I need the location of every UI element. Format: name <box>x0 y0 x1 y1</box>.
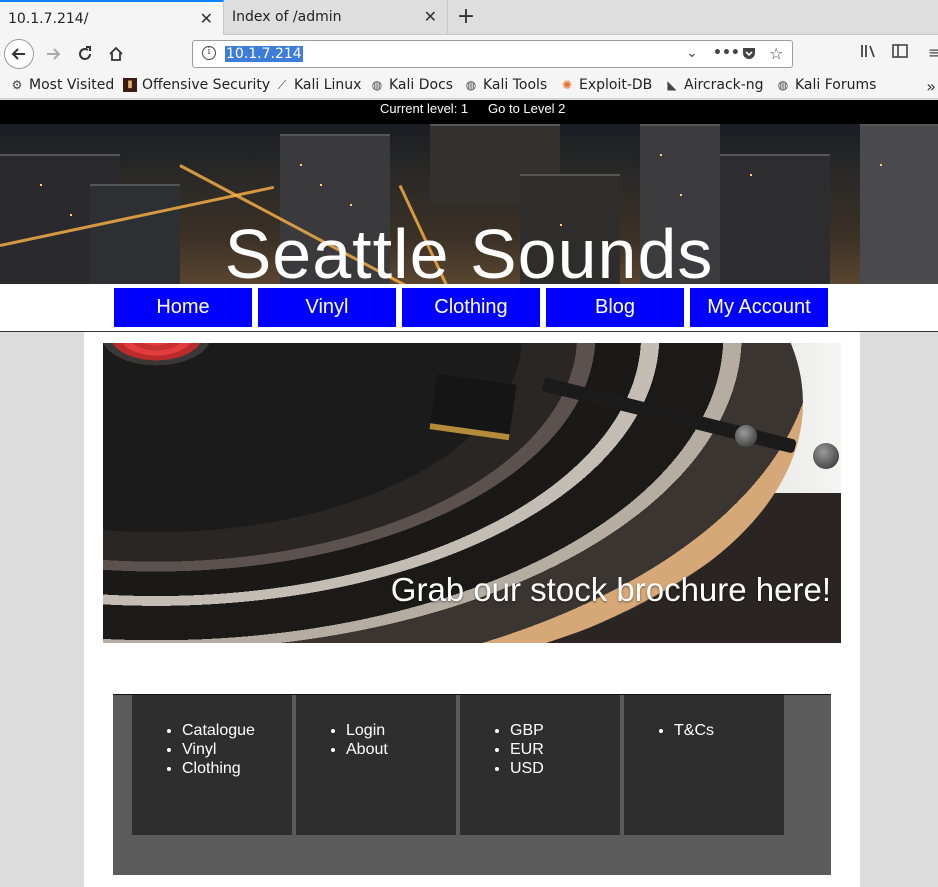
close-icon[interactable]: ✕ <box>424 7 437 26</box>
url-bar[interactable]: i 10.1.7.214 ⌄ ••• ☆ <box>192 40 793 68</box>
home-button[interactable] <box>101 39 131 69</box>
bookmark-kali-forums[interactable]: ◍ Kali Forums <box>776 77 877 93</box>
nav-clothing[interactable]: Clothing <box>401 287 541 328</box>
bookmark-exploit-db[interactable]: ✺ Exploit-DB <box>560 77 652 93</box>
knob-shape <box>735 425 757 447</box>
window-light <box>350 204 352 206</box>
bookmark-label: Kali Linux <box>294 77 362 93</box>
footer-column: Catalogue Vinyl Clothing <box>132 695 292 835</box>
window-light <box>680 194 682 196</box>
library-icon[interactable] <box>860 43 878 63</box>
pocket-icon[interactable] <box>741 45 757 65</box>
window-light <box>880 164 882 166</box>
url-text[interactable]: 10.1.7.214 <box>225 46 303 62</box>
nav-my-account[interactable]: My Account <box>689 287 829 328</box>
arrow-right-icon <box>47 48 61 60</box>
back-button[interactable] <box>4 39 34 69</box>
bookmark-kali-linux[interactable]: ⟋ Kali Linux <box>275 77 362 93</box>
bookmark-label: Offensive Security <box>142 77 271 93</box>
info-icon[interactable]: i <box>202 46 216 60</box>
main-nav: Home Vinyl Clothing Blog My Account <box>0 284 938 332</box>
turntable-banner[interactable]: Grab our stock brochure here! <box>103 343 841 643</box>
bookmarks-overflow-icon[interactable]: » <box>926 77 936 96</box>
footer: Catalogue Vinyl Clothing Login About GBP… <box>113 694 831 875</box>
nav-blog[interactable]: Blog <box>545 287 685 328</box>
window-light <box>320 184 322 186</box>
footer-link-usd[interactable]: USD <box>510 759 544 778</box>
window-light <box>40 184 42 186</box>
bookmark-label: Kali Tools <box>483 77 548 93</box>
menu-icon[interactable]: ≡ <box>928 43 938 62</box>
exploitdb-icon: ✺ <box>561 78 573 92</box>
footer-link-vinyl[interactable]: Vinyl <box>182 740 255 759</box>
tab-admin-index[interactable]: Index of /admin ✕ <box>224 0 448 35</box>
web-page: Current level: 1 Go to Level 2 Seattle S… <box>0 100 938 887</box>
bookmark-kali-docs[interactable]: ◍ Kali Docs <box>370 77 453 93</box>
footer-link-eur[interactable]: EUR <box>510 740 544 759</box>
new-tab-button[interactable]: + <box>454 4 478 30</box>
window-light <box>750 174 752 176</box>
close-icon[interactable]: ✕ <box>200 9 213 28</box>
globe-icon: ◍ <box>465 78 477 92</box>
footer-link-catalogue[interactable]: Catalogue <box>182 721 255 740</box>
bookmarks-toolbar: ⚙ Most Visited ▮ Offensive Security ⟋ Kali … <box>0 73 938 99</box>
goto-level-link[interactable]: Go to Level 2 <box>488 101 565 116</box>
footer-link-tcs[interactable]: T&Cs <box>674 721 714 740</box>
star-icon[interactable]: ☆ <box>769 44 783 63</box>
kali-icon: ⟋ <box>277 78 287 92</box>
gear-icon: ⚙ <box>11 78 23 92</box>
bookmark-most-visited[interactable]: ⚙ Most Visited <box>10 77 115 93</box>
reload-button[interactable] <box>70 39 100 69</box>
bookmark-offensive-security[interactable]: ▮ Offensive Security <box>123 77 270 93</box>
nav-toolbar: i 10.1.7.214 ⌄ ••• ☆ ≡ <box>0 35 938 73</box>
globe-icon: ◍ <box>371 78 383 92</box>
window-light <box>300 164 302 166</box>
nav-home[interactable]: Home <box>113 287 253 328</box>
footer-column: T&Cs <box>624 695 784 835</box>
footer-link-login[interactable]: Login <box>346 721 388 740</box>
footer-column: GBP EUR USD <box>460 695 620 835</box>
bookmark-label: Exploit-DB <box>579 77 653 93</box>
window-light <box>660 154 662 156</box>
reload-icon <box>79 46 91 60</box>
site-title: Seattle Sounds <box>224 215 714 284</box>
bookmark-kali-tools[interactable]: ◍ Kali Tools <box>464 77 547 93</box>
footer-column: Login About <box>296 695 456 835</box>
tab-title: 10.1.7.214/ <box>8 11 89 27</box>
current-level-text: Current level: 1 <box>380 101 469 116</box>
footer-link-gbp[interactable]: GBP <box>510 721 544 740</box>
main-content: Grab our stock brochure here! Catalogue … <box>84 332 860 887</box>
tab-current[interactable]: 10.1.7.214/ ✕ <box>0 0 224 35</box>
home-icon <box>109 46 123 61</box>
sidebar-icon[interactable] <box>892 43 908 63</box>
knob-shape <box>813 443 839 469</box>
arrow-left-icon <box>11 48 25 60</box>
tab-title: Index of /admin <box>232 9 342 25</box>
footer-link-clothing[interactable]: Clothing <box>182 759 255 778</box>
aircrack-icon: ◣ <box>667 78 677 92</box>
level-bar: Current level: 1 Go to Level 2 <box>0 100 938 124</box>
bookmark-label: Kali Docs <box>389 77 454 93</box>
bookmark-aircrack-ng[interactable]: ◣ Aircrack-ng <box>665 77 764 93</box>
globe-icon: ◍ <box>777 78 789 92</box>
tab-strip: 10.1.7.214/ ✕ Index of /admin ✕ + <box>0 0 938 35</box>
forward-button[interactable] <box>38 39 68 69</box>
more-actions-icon[interactable]: ••• <box>713 45 740 61</box>
bookmark-label: Kali Forums <box>795 77 877 93</box>
cartridge-shape <box>429 373 517 441</box>
bookmark-label: Aircrack-ng <box>684 77 764 93</box>
bookmark-label: Most Visited <box>29 77 115 93</box>
chevron-down-icon[interactable]: ⌄ <box>686 45 698 61</box>
brochure-link[interactable]: Grab our stock brochure here! <box>391 571 831 609</box>
header-city-image: Seattle Sounds <box>0 124 938 284</box>
footer-link-about[interactable]: About <box>346 740 388 759</box>
nav-vinyl[interactable]: Vinyl <box>257 287 397 328</box>
offsec-icon: ▮ <box>123 78 137 92</box>
